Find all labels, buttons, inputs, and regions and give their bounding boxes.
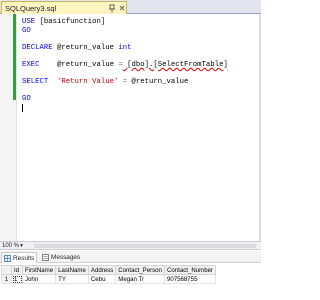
- code-line-go: GO: [22, 95, 31, 104]
- code-line-cursor: [22, 103, 228, 113]
- tab-messages-label: Messages: [51, 254, 81, 261]
- close-icon[interactable]: ✕: [118, 4, 126, 13]
- messages-icon: [42, 254, 49, 261]
- column-header[interactable]: Address: [87, 265, 117, 275]
- column-header[interactable]: LastName: [55, 265, 89, 275]
- row-header-corner[interactable]: [1, 265, 12, 275]
- grid-cell[interactable]: John: [21, 274, 57, 284]
- results-grid-pane: Id FirstName LastName Address Contact_Pe…: [0, 263, 261, 300]
- column-header[interactable]: FirstName: [21, 265, 57, 275]
- column-header[interactable]: Contact_Person: [115, 265, 165, 275]
- grid-cell[interactable]: 1: [11, 274, 23, 284]
- text-cursor: [22, 103, 23, 112]
- editor-vertical-scrollbar[interactable]: [259, 14, 261, 241]
- code-line-go: GO: [22, 26, 31, 35]
- tab-title: SQLQuery3.sql: [5, 3, 57, 13]
- tab-sqlquery3[interactable]: SQLQuery3.sql ✕: [1, 1, 127, 14]
- grid-cell[interactable]: 907568755: [163, 274, 217, 284]
- grid-header-row: Id FirstName LastName Address Contact_Pe…: [1, 265, 217, 275]
- results-tab-strip: Results Messages: [0, 251, 261, 263]
- query-editor[interactable]: USE [basicfunction] GO DECLARE @return_v…: [0, 14, 261, 241]
- zoom-level[interactable]: 100 %: [2, 242, 19, 250]
- row-number[interactable]: 1: [1, 274, 12, 284]
- code-line-select: SELECT 'Return Value' = @return_value: [22, 78, 189, 87]
- zoom-dropdown-arrow-icon[interactable]: ▼: [19, 242, 24, 250]
- pin-icon[interactable]: [108, 4, 116, 13]
- document-tab-strip: SQLQuery3.sql ✕: [0, 0, 261, 14]
- column-header[interactable]: Id: [11, 265, 23, 275]
- tab-results[interactable]: Results: [1, 252, 37, 263]
- editor-status-bar: 100 % ▼: [0, 241, 261, 250]
- column-header[interactable]: Contact_Number: [163, 265, 217, 275]
- grid-icon: [4, 254, 11, 262]
- tab-messages[interactable]: Messages: [40, 252, 84, 263]
- code-line-use: USE [basicfunction]: [22, 18, 106, 26]
- tab-results-label: Results: [13, 254, 35, 262]
- code-lines: USE [basicfunction] GO DECLARE @return_v…: [22, 18, 228, 113]
- results-grid: Id FirstName LastName Address Contact_Pe…: [1, 265, 217, 284]
- grid-cell[interactable]: TY: [55, 274, 89, 284]
- code-line-declare: DECLARE @return_value int: [22, 43, 132, 52]
- change-tracking-bar: [13, 14, 16, 100]
- editor-gutter: [0, 14, 17, 241]
- editor-horizontal-scrollbar[interactable]: [34, 244, 256, 248]
- code-line-exec: EXEC @return_value = [dbo].[SelectFromTa…: [22, 60, 228, 69]
- grid-cell[interactable]: Megan Tr: [115, 274, 165, 284]
- table-row[interactable]: 1 1 John TY Cebu Megan Tr 907568755: [1, 274, 217, 284]
- grid-cell[interactable]: Cebu: [87, 274, 117, 284]
